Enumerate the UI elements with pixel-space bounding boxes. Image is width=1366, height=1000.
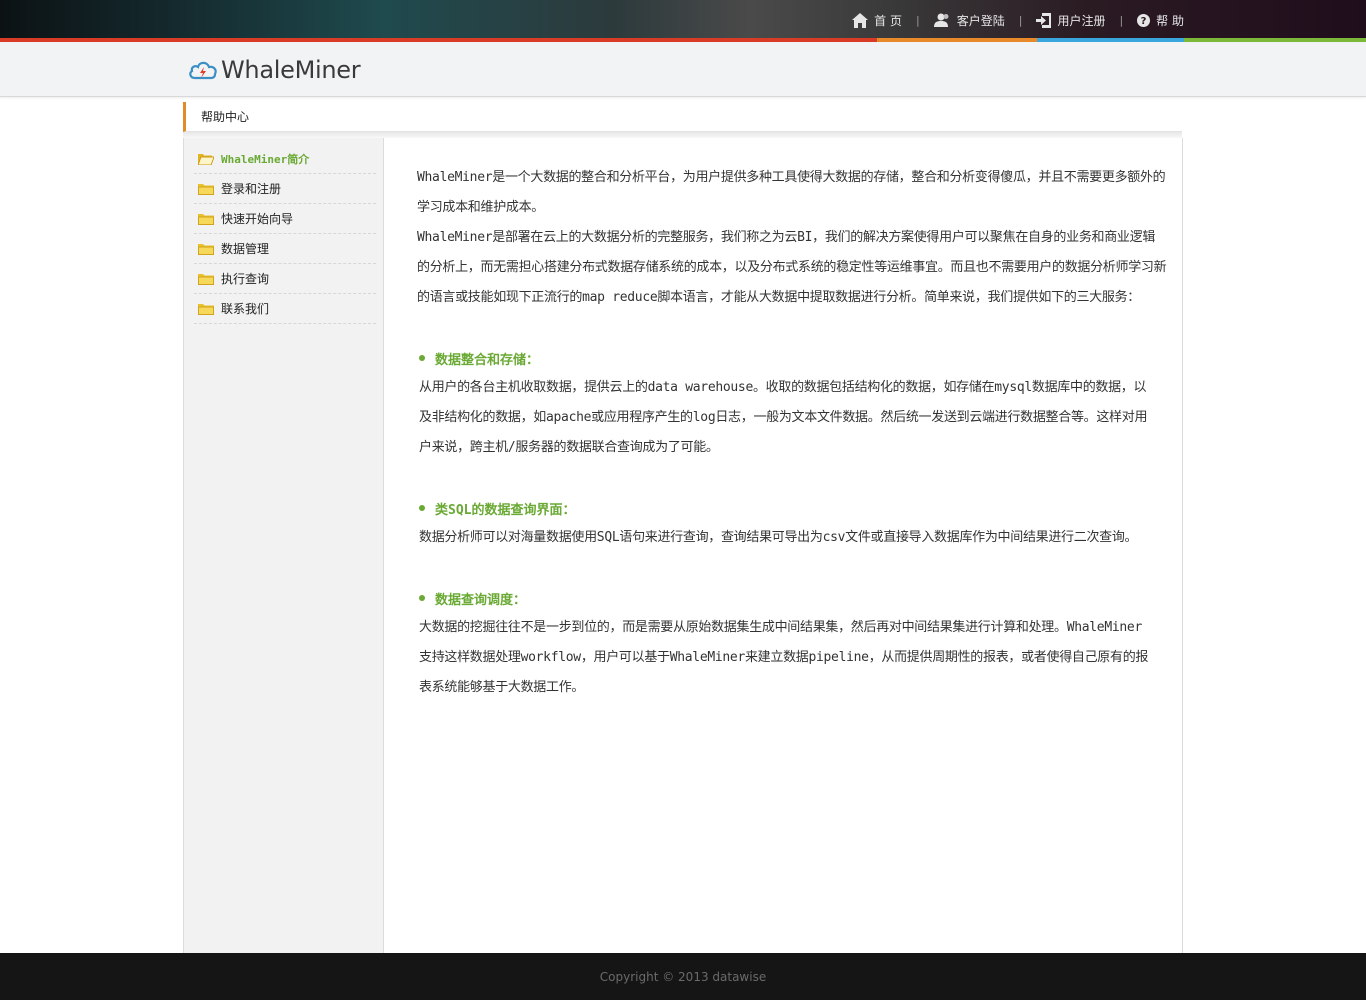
sidebar-item-label: 数据管理: [221, 242, 270, 256]
brand-name: WhaleMiner: [221, 56, 361, 84]
cloud-logo-icon: [189, 61, 217, 80]
sidebar-item-quick-start[interactable]: 快速开始向导: [194, 204, 376, 234]
folder-icon: [198, 303, 214, 315]
folder-icon: [198, 273, 214, 285]
top-bar: 首 页 | 客户登陆 | 用户注册 | ? 帮 助: [0, 0, 1366, 40]
home-icon: [852, 12, 869, 28]
help-content: WhaleMiner是一个大数据的整合和分析平台，为用户提供多种工具使得大数据的…: [417, 163, 1167, 703]
bullet-icon: [419, 505, 425, 511]
folder-icon: [198, 213, 214, 225]
site-header: WhaleMiner: [0, 42, 1366, 97]
nav-home-link[interactable]: 首 页: [852, 12, 902, 29]
svg-text:?: ?: [1141, 16, 1147, 27]
nav-login-label: 客户登陆: [956, 13, 1005, 28]
bullet-icon: [419, 355, 425, 361]
section-title-text: 类SQL的数据查询界面：: [435, 502, 576, 518]
nav-separator: |: [915, 13, 920, 27]
section-title: 数据整合和存储：: [419, 343, 1167, 373]
sidebar-item-data-management[interactable]: 数据管理: [194, 234, 376, 264]
breadcrumb-label: 帮助中心: [201, 110, 250, 124]
footer: Copyright © 2013 datawise: [0, 953, 1366, 1000]
sign-in-icon: [1036, 12, 1052, 28]
sidebar-item-contact[interactable]: 联系我们: [194, 294, 376, 324]
section-title: 数据查询调度：: [419, 583, 1167, 613]
nav-help-link[interactable]: ? 帮 助: [1137, 12, 1184, 29]
nav-home-label: 首 页: [874, 13, 902, 28]
folder-icon: [198, 243, 214, 255]
sidebar-item-label: WhaleMiner简介: [221, 152, 310, 166]
section-body: 数据分析师可以对海量数据使用SQL语句来进行查询，查询结果可导出为csv文件或直…: [419, 530, 1138, 545]
section-body: 大数据的挖掘往往不是一步到位的，而是需要从原始数据集生成中间结果集，然后再对中间…: [419, 620, 1149, 695]
nav-register-label: 用户注册: [1057, 13, 1106, 28]
logo[interactable]: WhaleMiner: [188, 56, 361, 84]
breadcrumb: 帮助中心: [183, 102, 1182, 132]
sidebar-item-intro[interactable]: WhaleMiner简介: [194, 144, 376, 174]
folder-icon: [198, 183, 214, 195]
copyright-text: Copyright © 2013 datawise: [599, 969, 767, 984]
sidebar-menu: WhaleMiner简介 登录和注册 快速开始向导 数据管理 执行查询 联系我们: [194, 144, 376, 324]
intro-paragraph: WhaleMiner是部署在云上的大数据分析的完整服务，我们称之为云BI，我们的…: [417, 230, 1167, 305]
nav-separator: |: [1018, 13, 1023, 27]
bullet-icon: [419, 595, 425, 601]
users-icon: [933, 13, 949, 27]
nav-login-link[interactable]: 客户登陆: [933, 12, 1005, 29]
sidebar-item-login-register[interactable]: 登录和注册: [194, 174, 376, 204]
section-body: 从用户的各台主机收取数据，提供云上的data warehouse。收取的数据包括…: [419, 380, 1148, 455]
main-container: WhaleMiner简介 登录和注册 快速开始向导 数据管理 执行查询 联系我们: [183, 138, 1183, 953]
intro-paragraph: WhaleMiner是一个大数据的整合和分析平台，为用户提供多种工具使得大数据的…: [417, 170, 1166, 215]
sidebar-item-run-query[interactable]: 执行查询: [194, 264, 376, 294]
sidebar: WhaleMiner简介 登录和注册 快速开始向导 数据管理 执行查询 联系我们: [184, 138, 384, 953]
help-icon: ?: [1137, 13, 1151, 27]
sidebar-item-label: 执行查询: [221, 272, 270, 286]
nav-separator: |: [1119, 13, 1124, 27]
folder-open-icon: [198, 153, 214, 165]
section-title-text: 数据整合和存储：: [435, 352, 540, 368]
top-nav: 首 页 | 客户登陆 | 用户注册 | ? 帮 助: [852, 0, 1184, 40]
sidebar-item-label: 登录和注册: [221, 182, 282, 196]
nav-help-label: 帮 助: [1156, 13, 1184, 28]
section-title: 类SQL的数据查询界面：: [419, 493, 1167, 523]
sidebar-item-label: 联系我们: [221, 302, 270, 316]
nav-register-link[interactable]: 用户注册: [1036, 12, 1105, 29]
sidebar-item-label: 快速开始向导: [221, 212, 294, 226]
section-title-text: 数据查询调度：: [435, 592, 527, 608]
